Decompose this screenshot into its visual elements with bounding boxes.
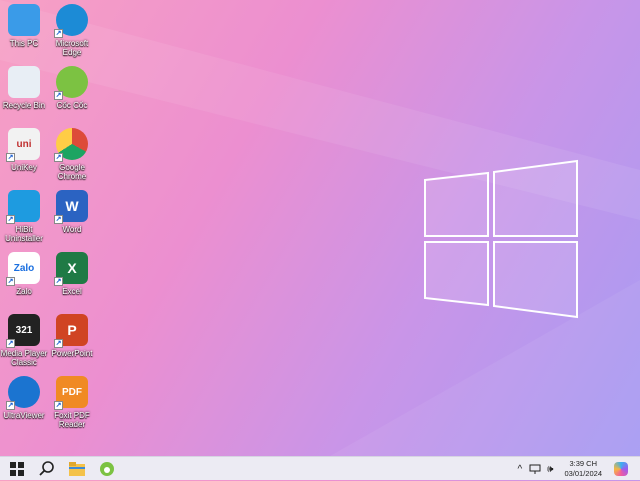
shortcut-arrow-icon: ↗: [6, 401, 15, 410]
copilot-button[interactable]: [614, 462, 628, 476]
desktop-icon-foxit[interactable]: PDF ↗ Foxit PDF Reader: [48, 376, 96, 429]
shortcut-arrow-icon: ↗: [6, 153, 15, 162]
shortcut-arrow-icon: ↗: [54, 29, 63, 38]
desktop-icon-label: HiBit Uninstaller: [5, 225, 43, 243]
desktop-icon-powerpoint[interactable]: P ↗ PowerPoint: [48, 314, 96, 358]
file-explorer-button[interactable]: [62, 457, 92, 481]
shortcut-arrow-icon: ↗: [6, 215, 15, 224]
desktop-icon-chrome[interactable]: ↗ Google Chrome: [48, 128, 96, 181]
desktop-icon-edge[interactable]: ↗ Microsoft Edge: [48, 4, 96, 57]
desktop-icon-recycle-bin[interactable]: Recycle Bin: [0, 66, 48, 110]
desktop-icon-label: Excel: [62, 287, 82, 296]
desktop-icon-label: Foxit PDF Reader: [54, 411, 90, 429]
desktop-icon-label: Cốc Cốc: [56, 101, 88, 110]
volume-icon[interactable]: 🕪: [547, 464, 553, 475]
desktop-icon-coccoc[interactable]: ↗ Cốc Cốc: [48, 66, 96, 110]
clock-date: 03/01/2024: [564, 469, 602, 478]
chrome-icon: ↗: [54, 128, 88, 162]
taskbar: ^ 🕪 3:39 CH 03/01/2024: [0, 456, 640, 480]
desktop-icon-label: UniKey: [11, 163, 37, 172]
shortcut-arrow-icon: ↗: [54, 339, 63, 348]
shortcut-arrow-icon: ↗: [54, 215, 63, 224]
windows-logo-wallpaper: [0, 0, 640, 456]
desktop-icon-label: UltraViewer: [3, 411, 45, 420]
shortcut-arrow-icon: ↗: [54, 401, 63, 410]
desktop-icon-excel[interactable]: X ↗ Excel: [48, 252, 96, 296]
desktop-icon-label: Media Player Classic: [0, 349, 48, 367]
media-player-icon-glyph: 321: [15, 324, 33, 336]
word-icon: W ↗: [54, 190, 88, 224]
ultraviewer-icon: ↗: [6, 376, 40, 410]
foxit-icon: PDF ↗: [54, 376, 88, 410]
desktop-icon-label: PowerPoint: [51, 349, 93, 358]
shortcut-arrow-icon: ↗: [54, 91, 63, 100]
show-hidden-icons-button[interactable]: ^: [517, 464, 522, 475]
shortcut-arrow-icon: ↗: [54, 277, 63, 286]
shortcut-arrow-icon: ↗: [6, 339, 15, 348]
recycle-bin-icon: [8, 66, 40, 98]
desktop-icon-label: Microsoft Edge: [55, 39, 89, 57]
unikey-icon-glyph: uni: [16, 138, 32, 150]
desktop-icon-label: Recycle Bin: [2, 101, 46, 110]
desktop-icon-label: Word: [62, 225, 82, 234]
powerpoint-icon-glyph: P: [67, 322, 77, 338]
hibit-icon: ↗: [6, 190, 40, 224]
network-icon[interactable]: [529, 464, 541, 474]
edge-icon: ↗: [54, 4, 88, 38]
zalo-icon-glyph: Zalo: [13, 262, 35, 274]
desktop-icon-word[interactable]: W ↗ Word: [48, 190, 96, 234]
start-button[interactable]: [2, 457, 32, 481]
media-player-icon: 321 ↗: [6, 314, 40, 348]
computer-icon: [8, 4, 40, 36]
system-tray: ^ 🕪 3:39 CH 03/01/2024: [513, 457, 640, 481]
foxit-icon-glyph: PDF: [62, 386, 82, 398]
powerpoint-icon: P ↗: [54, 314, 88, 348]
windows-icon: [10, 461, 24, 476]
search-button[interactable]: [32, 457, 62, 481]
desktop-icon-label: This PC: [9, 39, 39, 48]
word-icon-glyph: W: [65, 198, 79, 214]
desktop-icon-hibit[interactable]: ↗ HiBit Uninstaller: [0, 190, 48, 243]
excel-icon: X ↗: [54, 252, 88, 286]
search-icon: [39, 460, 54, 476]
clock[interactable]: 3:39 CH 03/01/2024: [564, 459, 602, 479]
desktop-icon-unikey[interactable]: uni ↗ UniKey: [0, 128, 48, 172]
coccoc-icon: [100, 461, 114, 476]
zalo-icon: Zalo ↗: [6, 252, 40, 286]
desktop-icon-label: Zalo: [16, 287, 32, 296]
shortcut-arrow-icon: ↗: [54, 153, 63, 162]
clock-time: 3:39 CH: [569, 459, 597, 468]
coccoc-taskbar-button[interactable]: [92, 457, 122, 481]
coccoc-icon: ↗: [54, 66, 88, 100]
desktop-icon-media-player[interactable]: 321 ↗ Media Player Classic: [0, 314, 48, 367]
shortcut-arrow-icon: ↗: [6, 277, 15, 286]
unikey-icon: uni ↗: [6, 128, 40, 162]
excel-icon-glyph: X: [67, 260, 77, 276]
desktop-icon-label: Google Chrome: [57, 163, 87, 181]
desktop-icon-ultraviewer[interactable]: ↗ UltraViewer: [0, 376, 48, 420]
desktop-icon-zalo[interactable]: Zalo ↗ Zalo: [0, 252, 48, 296]
desktop-icon-computer[interactable]: This PC: [0, 4, 48, 48]
folder-icon: [69, 461, 85, 476]
